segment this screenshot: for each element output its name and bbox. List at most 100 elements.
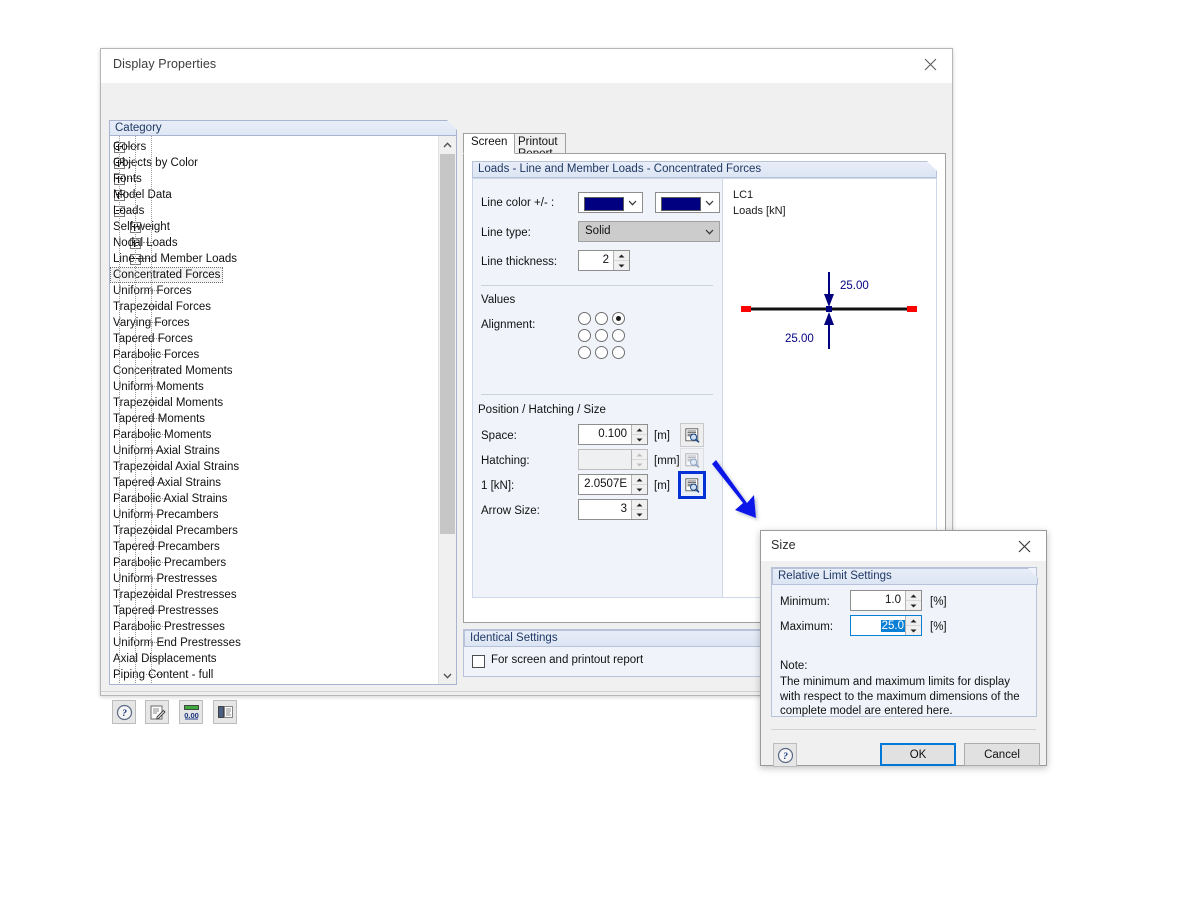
tree-item[interactable]: Uniform Precambers [110, 507, 439, 523]
cancel-button[interactable]: Cancel [964, 743, 1040, 766]
tree-item[interactable]: Parabolic Prestresses [110, 619, 439, 635]
tree-item[interactable]: Tapered Axial Strains [110, 475, 439, 491]
stepper-down-icon[interactable] [632, 510, 647, 519]
help-icon[interactable]: ? [773, 743, 797, 767]
tree-item[interactable]: Uniform Axial Strains [110, 443, 439, 459]
tree-item[interactable]: Tapered Precambers [110, 539, 439, 555]
tree-item[interactable]: Tapered Prestresses [110, 603, 439, 619]
tree-item[interactable]: Objects by Color [110, 155, 439, 171]
alignment-radio-5[interactable] [595, 329, 608, 342]
tree-item[interactable]: Concentrated Forces [110, 267, 439, 283]
size-dialog-body: Relative Limit Settings Minimum: 1.0 [%]… [761, 561, 1046, 767]
close-icon[interactable] [1002, 531, 1046, 561]
identical-settings-checkbox[interactable] [472, 655, 485, 668]
tree-item[interactable]: Model Data [110, 187, 439, 203]
minimum-stepper[interactable]: 1.0 [850, 590, 922, 611]
tree-item-label: Parabolic Forces [113, 349, 200, 361]
tree-item-label: Parabolic Precambers [113, 557, 227, 569]
alignment-radio-3[interactable] [612, 312, 625, 325]
stepper-down-icon[interactable] [906, 601, 921, 610]
tree-item[interactable]: Trapezoidal Precambers [110, 523, 439, 539]
tree-item[interactable]: Colors [110, 139, 439, 155]
tree-item[interactable]: Parabolic Precambers [110, 555, 439, 571]
stepper-up-icon[interactable] [632, 425, 647, 435]
tree-item[interactable]: Uniform Prestresses [110, 571, 439, 587]
tree-item[interactable]: Varying Forces [110, 315, 439, 331]
tree-item[interactable]: Uniform Moments [110, 379, 439, 395]
tree-item[interactable]: Trapezoidal Axial Strains [110, 459, 439, 475]
stepper-down-icon[interactable] [614, 261, 629, 270]
stepper-up-icon[interactable] [632, 500, 647, 510]
position-row-stepper[interactable]: 3 [578, 499, 648, 520]
stepper-up-icon[interactable] [906, 591, 921, 601]
tree-item[interactable]: Uniform Forces [110, 283, 439, 299]
alignment-radio-1[interactable] [578, 312, 591, 325]
line-color-minus-combo[interactable] [655, 192, 720, 213]
size-dialog: Size Relative Limit Settings Minimum: 1.… [760, 530, 1047, 767]
maximum-stepper[interactable]: 25.0 [850, 615, 922, 636]
alignment-radio-8[interactable] [595, 346, 608, 359]
tree-item[interactable]: Self-weight [110, 219, 439, 235]
tree-item[interactable]: Tapered Forces [110, 331, 439, 347]
stepper-buttons[interactable] [631, 475, 647, 494]
tree-item[interactable]: Parabolic Axial Strains [110, 491, 439, 507]
tab-printout-report[interactable]: Printout Report [510, 133, 566, 160]
close-icon[interactable] [908, 49, 952, 79]
line-thickness-stepper[interactable]: 2 [578, 250, 630, 271]
tree-item[interactable]: Loads [110, 203, 439, 219]
stepper-buttons[interactable] [631, 500, 647, 519]
help-icon[interactable]: ? [112, 700, 136, 724]
stepper-down-icon[interactable] [906, 626, 921, 635]
tree-item[interactable]: Uniform End Prestresses [110, 635, 439, 651]
position-row-label: Hatching: [481, 455, 530, 467]
position-row-stepper[interactable]: 0.100 [578, 424, 648, 445]
tree-item[interactable]: Tapered Moments [110, 411, 439, 427]
scrollbar-thumb[interactable] [440, 154, 455, 534]
stepper-up-icon[interactable] [632, 475, 647, 485]
tree-item[interactable]: Nodal Loads [110, 235, 439, 251]
chevron-down-icon[interactable] [439, 667, 456, 684]
chevron-up-icon[interactable] [439, 136, 456, 153]
alignment-label: Alignment: [481, 319, 536, 331]
tree-item[interactable]: Trapezoidal Forces [110, 299, 439, 315]
tree-item-label: Fonts [113, 173, 142, 185]
tree-item[interactable]: Trapezoidal Moments [110, 395, 439, 411]
category-tree[interactable]: Colors Objects by Color Fonts Model Data Loa… [109, 135, 457, 685]
dialog-title: Display Properties [113, 57, 217, 71]
alignment-radio-6[interactable] [612, 329, 625, 342]
stepper-buttons[interactable] [613, 251, 629, 270]
stepper-buttons[interactable] [631, 425, 647, 444]
stepper-up-icon[interactable] [906, 616, 921, 626]
position-row-stepper[interactable]: 2.0507E [578, 474, 648, 495]
alignment-radio-4[interactable] [578, 329, 591, 342]
tab-screen[interactable]: Screen [463, 133, 516, 154]
edit-icon[interactable] [145, 700, 169, 724]
tree-item[interactable]: Concentrated Moments [110, 363, 439, 379]
line-color-plus-combo[interactable] [578, 192, 643, 213]
alignment-radio-7[interactable] [578, 346, 591, 359]
tree-guide-line [119, 136, 120, 683]
tree-item[interactable]: Piping Content - full [110, 667, 439, 683]
panel-settings-icon[interactable] [213, 700, 237, 724]
tree-item[interactable]: Axial Displacements [110, 651, 439, 667]
stepper-buttons[interactable] [905, 591, 921, 610]
category-tree-scrollbar[interactable] [438, 136, 456, 684]
tree-item-label: Parabolic Axial Strains [113, 493, 228, 505]
line-type-combo[interactable]: Solid [578, 221, 720, 242]
stepper-down-icon[interactable] [632, 485, 647, 494]
alignment-radio-2[interactable] [595, 312, 608, 325]
tree-item[interactable]: Parabolic Forces [110, 347, 439, 363]
tree-item[interactable]: Trapezoidal Prestresses [110, 587, 439, 603]
stepper-down-icon[interactable] [632, 435, 647, 444]
tree-item[interactable]: Fonts [110, 171, 439, 187]
tree-item-label: Uniform Forces [113, 285, 192, 297]
alignment-radio-9[interactable] [612, 346, 625, 359]
minimum-label: Minimum: [780, 596, 830, 608]
number-format-icon[interactable]: 0.00 [179, 700, 203, 724]
magnify-icon[interactable] [680, 423, 704, 447]
stepper-buttons[interactable] [905, 616, 921, 635]
ok-button[interactable]: OK [880, 743, 956, 766]
stepper-up-icon[interactable] [614, 251, 629, 261]
tree-item[interactable]: Line and Member Loads [110, 251, 439, 267]
tree-item[interactable]: Parabolic Moments [110, 427, 439, 443]
